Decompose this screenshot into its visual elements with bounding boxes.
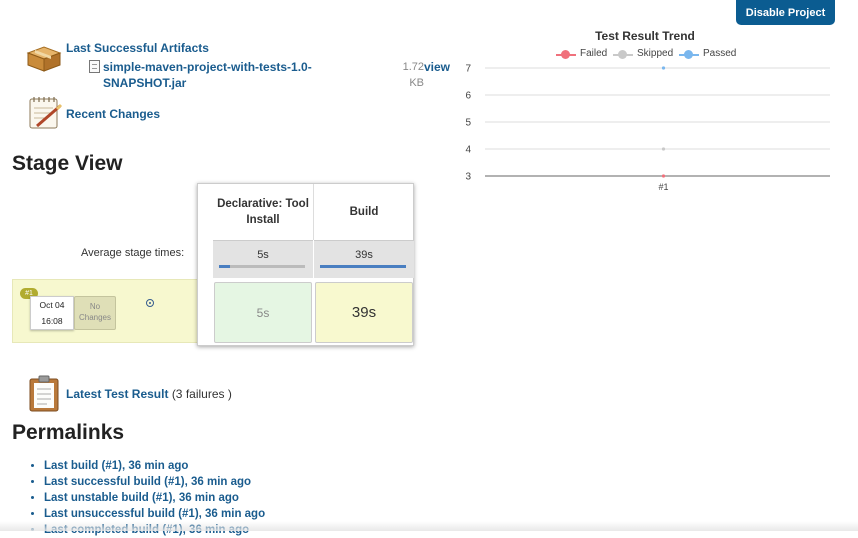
stage-cell-build[interactable]: 39s: [315, 282, 413, 343]
stage-avg-time: 5s: [257, 249, 269, 261]
y-tick-label: 5: [465, 118, 471, 129]
artifact-view-link[interactable]: view: [424, 59, 450, 75]
y-tick-label: 6: [465, 91, 471, 102]
stage-avg-bar: [219, 265, 305, 268]
stage-avg-bar-fill: [320, 265, 406, 268]
permalink-item: Last successful build (#1), 36 min ago: [44, 474, 265, 490]
latest-test-result-link[interactable]: Latest Test Result: [66, 387, 168, 401]
stage-avg-tool-install: 5s: [213, 240, 313, 278]
x-tick-label: #1: [658, 182, 668, 192]
stage-avg-bar: [320, 265, 406, 268]
build-run-row[interactable]: #1 Oct 04 16:08 No Changes: [12, 279, 198, 343]
permalinks-title: Permalinks: [12, 421, 125, 444]
disable-project-button[interactable]: Disable Project: [736, 0, 835, 25]
stage-view-table: Declarative: Tool Install Build 5s 39s 5…: [197, 183, 414, 346]
data-point-skipped[interactable]: [661, 147, 666, 151]
build-date-box: Oct 04 16:08: [30, 296, 74, 330]
trend-chart-title: Test Result Trend: [595, 29, 695, 43]
stage-avg-build: 39s: [314, 240, 414, 278]
legend-failed-swatch: [556, 49, 576, 59]
data-point-passed[interactable]: [661, 66, 666, 70]
legend-failed[interactable]: Failed: [556, 48, 607, 59]
permalink-last-build[interactable]: Last build (#1), 36 min ago: [44, 460, 188, 472]
stage-avg-bar-fill: [219, 265, 231, 268]
stage-avg-time: 39s: [355, 249, 373, 261]
clipboard-icon: [29, 375, 59, 412]
build-date: Oct 04: [39, 300, 65, 310]
permalink-item: Last build (#1), 36 min ago: [44, 458, 265, 474]
permalink-item: Last unsuccessful build (#1), 36 min ago: [44, 506, 265, 522]
build-info-icon[interactable]: [146, 299, 154, 307]
legend-passed-label: Passed: [703, 48, 737, 59]
page-bottom-shade: [0, 521, 858, 531]
legend-passed[interactable]: Passed: [679, 48, 736, 59]
file-icon: [89, 60, 100, 73]
recent-changes-link[interactable]: Recent Changes: [66, 107, 160, 121]
notepad-icon: [29, 97, 63, 129]
average-stage-times-label: Average stage times:: [81, 247, 185, 259]
stage-view-title: Stage View: [12, 152, 123, 175]
permalink-last-successful-build[interactable]: Last successful build (#1), 36 min ago: [44, 476, 251, 488]
legend-failed-label: Failed: [580, 48, 608, 59]
stage-cell-tool-install[interactable]: 5s: [214, 282, 312, 343]
artifact-file-link[interactable]: simple-maven-project-with-tests-1.0-SNAP…: [103, 59, 343, 91]
permalink-item: Last unstable build (#1), 36 min ago: [44, 490, 265, 506]
permalink-last-unstable-build[interactable]: Last unstable build (#1), 36 min ago: [44, 492, 239, 504]
stage-header-build: Build: [349, 206, 379, 218]
permalink-last-unsuccessful-build[interactable]: Last unsuccessful build (#1), 36 min ago: [44, 508, 265, 520]
stage-header-tool-install: Declarative: Tool Install: [217, 198, 309, 226]
latest-test-result: Latest Test Result (3 failures ): [66, 387, 232, 401]
package-icon: [26, 46, 62, 72]
y-tick-label: 3: [465, 172, 471, 183]
legend-skipped-swatch: [613, 49, 633, 59]
data-point-failed[interactable]: [661, 174, 666, 178]
build-changes[interactable]: No Changes: [74, 296, 116, 330]
build-time: 16:08: [41, 316, 63, 326]
latest-test-result-failures: (3 failures ): [171, 387, 232, 401]
legend-passed-swatch: [679, 49, 699, 59]
test-result-trend-chart: 3 4 5 6 7 #1: [465, 64, 830, 192]
last-successful-artifacts-link[interactable]: Last Successful Artifacts: [66, 41, 209, 55]
y-tick-label: 7: [465, 64, 471, 75]
artifact-file-size: 1.72 KB: [402, 61, 424, 89]
legend-skipped-label: Skipped: [637, 48, 674, 59]
legend-skipped[interactable]: Skipped: [613, 48, 673, 59]
y-tick-label: 4: [465, 145, 471, 156]
